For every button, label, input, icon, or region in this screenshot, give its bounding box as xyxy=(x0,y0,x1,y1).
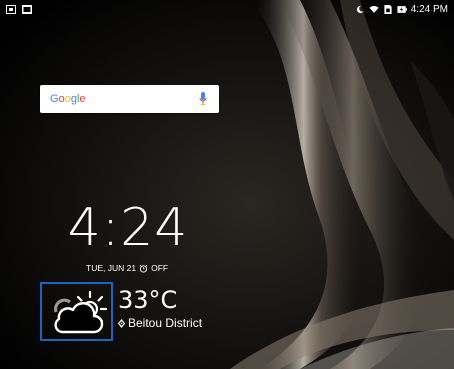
sim-icon xyxy=(384,4,392,14)
status-bar: 4:24 PM xyxy=(0,0,454,18)
clock-date: TUE, JUN 21 xyxy=(86,263,137,273)
clock-date-row: TUE, JUN 21 OFF xyxy=(86,263,168,273)
weather-icon-button[interactable] xyxy=(40,282,113,341)
partly-cloudy-icon xyxy=(54,290,108,334)
alarm-status: OFF xyxy=(151,263,169,273)
google-logo: Google xyxy=(50,93,86,105)
alarm-icon xyxy=(139,264,148,273)
status-time: 4:24 PM xyxy=(410,3,448,15)
weather-temperature[interactable]: 33°C xyxy=(118,287,177,313)
google-logo-letter: G xyxy=(50,93,59,105)
screenshot-icon xyxy=(6,4,16,14)
gallery-icon xyxy=(22,4,32,14)
google-search-bar[interactable]: Google xyxy=(40,85,219,113)
mic-icon[interactable] xyxy=(199,92,207,106)
weather-location-row[interactable]: Beitou District xyxy=(117,316,202,330)
moon-icon xyxy=(356,5,364,13)
google-logo-letter: e xyxy=(79,93,86,105)
weather-location: Beitou District xyxy=(128,316,203,330)
clock-time[interactable]: 4:24 xyxy=(64,196,192,260)
wifi-icon xyxy=(369,5,379,13)
battery-charging-icon xyxy=(397,5,407,13)
location-icon xyxy=(117,318,126,328)
